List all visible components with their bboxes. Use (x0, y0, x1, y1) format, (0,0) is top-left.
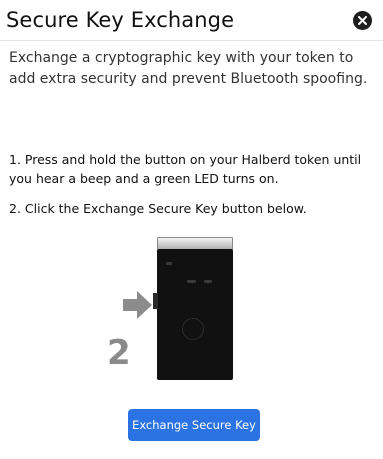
instructions: 1. Press and hold the button on your Hal… (9, 150, 379, 229)
token-slot (187, 280, 196, 283)
token-device (157, 249, 233, 380)
token-slot (204, 280, 212, 283)
secure-key-exchange-dialog: Secure Key Exchange Exchange a cryptogra… (0, 0, 383, 459)
close-icon (358, 16, 367, 25)
token-led (166, 262, 172, 265)
arrow-right-icon (123, 290, 153, 324)
dialog-description: Exchange a cryptographic key with your t… (9, 50, 368, 87)
title-divider (0, 40, 383, 41)
token-front-button (182, 318, 204, 340)
illustration-step-number: 2 (107, 333, 131, 373)
close-button[interactable] (353, 11, 372, 30)
token-side-button (153, 293, 158, 309)
dialog-title: Secure Key Exchange (6, 8, 235, 32)
exchange-secure-key-button[interactable]: Exchange Secure Key (128, 409, 260, 441)
instruction-step-2: 2. Click the Exchange Secure Key button … (9, 201, 307, 216)
token-illustration: 2 (100, 235, 240, 385)
instruction-step-1: 1. Press and hold the button on your Hal… (9, 152, 362, 186)
